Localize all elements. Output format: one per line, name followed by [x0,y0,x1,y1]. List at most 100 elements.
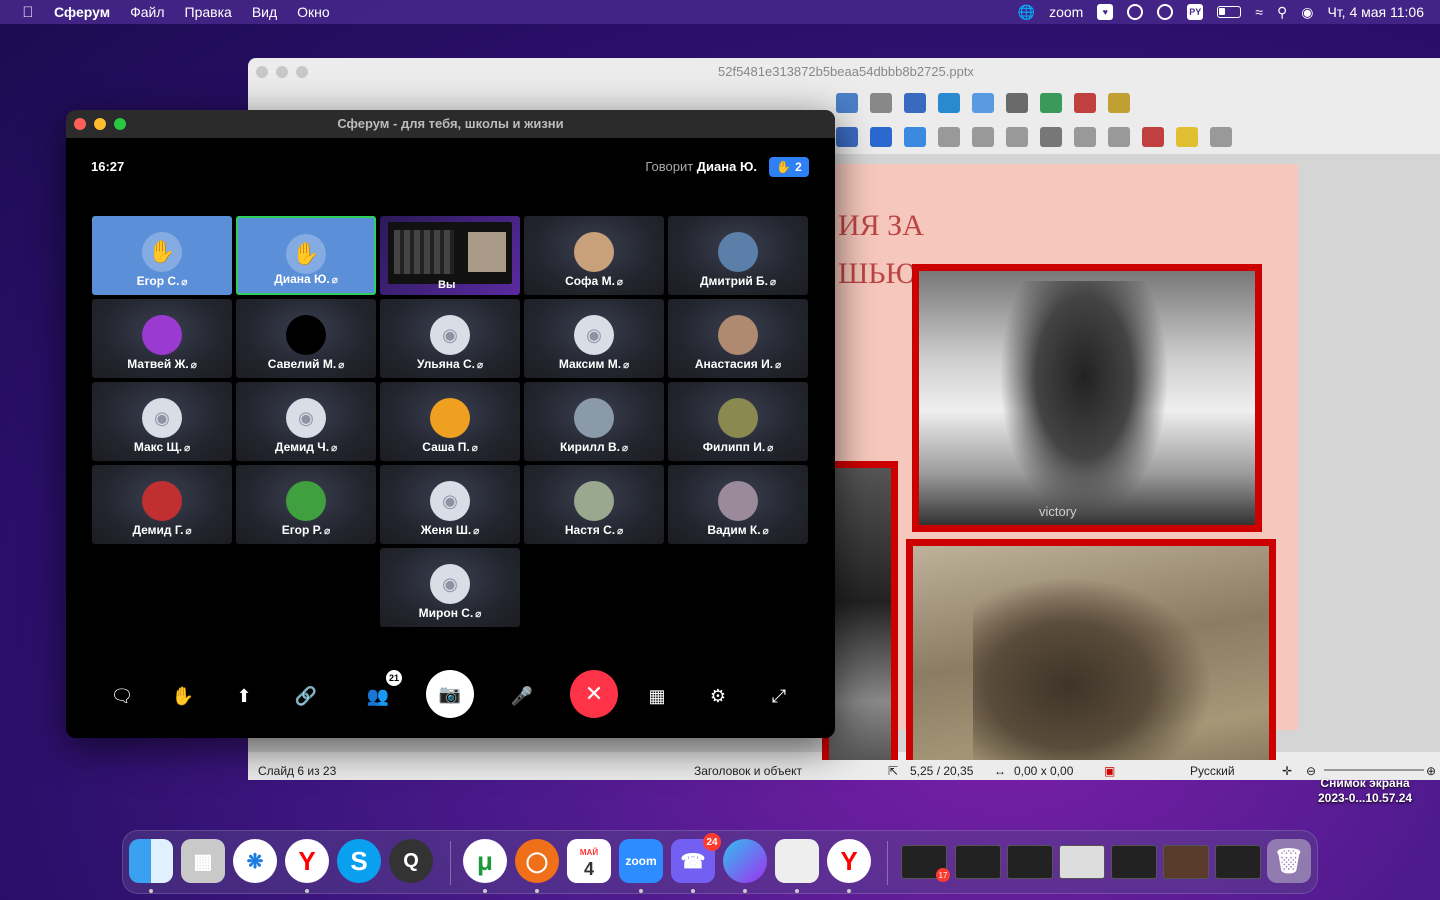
globe-icon[interactable]: 🌐 [1018,4,1035,21]
minimized-window-thumbnail[interactable]: 17 [901,845,950,882]
align-icon[interactable] [938,127,960,147]
hyperlink-icon[interactable] [938,93,960,113]
battery-icon[interactable] [1217,6,1242,18]
impress-close-button[interactable] [256,66,268,78]
duplicate-slide-icon[interactable] [1040,93,1062,113]
search-icon[interactable]: ⚲ [1277,4,1287,21]
participant-tile[interactable]: Егор Р. ⌀ [236,465,376,544]
participant-tile[interactable]: Вадим К. ⌀ [668,465,808,544]
impress-minimize-button[interactable] [276,66,288,78]
menu-app-name[interactable]: Сферум [54,4,110,20]
raise-hand-icon[interactable]: ✋ [169,682,197,710]
slide-photo-top[interactable]: victory [912,264,1262,532]
participant-tile[interactable]: ◉ Демид Ч. ⌀ [236,382,376,461]
finder-icon[interactable] [129,839,173,883]
keyboard-layout-icon[interactable]: PY [1187,4,1204,20]
quicktime-icon[interactable]: Q [389,839,433,883]
participant-tile[interactable]: ◉ Макс Щ. ⌀ [92,382,232,461]
crop-icon[interactable] [1074,127,1096,147]
yandex-icon[interactable]: Y [827,839,871,883]
microphone-icon[interactable]: 🎤 [508,682,536,710]
layout-icon[interactable]: ▦ [643,682,671,710]
text-box-icon[interactable] [836,93,858,113]
minimized-window-thumbnail[interactable] [1059,845,1105,879]
document-icon[interactable] [775,839,819,883]
yandex-browser-icon[interactable]: Y [285,839,329,883]
participant-tile[interactable]: Саша П. ⌀ [380,382,520,461]
skype-icon[interactable]: S [337,839,381,883]
menu-clock[interactable]: Чт, 4 мая 11:06 [1327,4,1424,20]
participant-tile[interactable]: ◉ Ульяна С. ⌀ [380,299,520,378]
3d-object-icon[interactable] [870,127,892,147]
menu-view[interactable]: Вид [252,4,277,20]
fontwork-icon[interactable] [904,93,926,113]
zoom-in-icon[interactable]: ⊕ [1426,764,1436,778]
participant-tile[interactable]: ◉ Женя Ш. ⌀ [380,465,520,544]
odnoklassniki-icon[interactable]: ◯ [515,839,559,883]
zoom-slider[interactable] [1324,769,1424,771]
viber-icon[interactable]: ☎ 24 [671,833,721,883]
apple-icon[interactable]:  [18,4,38,21]
minimized-window-thumbnail[interactable] [1007,845,1053,879]
insert-slide-icon[interactable] [1006,93,1028,113]
distribute-icon[interactable] [1006,127,1028,147]
delete-slide-icon[interactable] [1074,93,1096,113]
end-call-button[interactable]: ✕ [570,670,618,718]
raised-hands-badge[interactable]: ✋ 2 [769,157,809,177]
glue-icon[interactable] [1176,127,1198,147]
camera-off-button[interactable]: 📷 [426,670,474,718]
fullscreen-icon[interactable]: ⤢ [765,682,793,710]
desktop-screenshot-file[interactable]: Снимок экрана 2023-0...10.57.24 [1318,776,1412,806]
play-icon[interactable] [1157,4,1174,20]
participant-tile[interactable]: ✋ Диана Ю. ⌀ [236,216,376,295]
heart-app-icon[interactable]: ♥ [1097,4,1114,20]
arrange-icon[interactable] [972,127,994,147]
participant-tile[interactable]: Вы [380,216,520,295]
participant-tile[interactable]: Настя С. ⌀ [524,465,664,544]
share-screen-icon[interactable]: ⬆ [230,682,258,710]
slide-title[interactable]: ИЯ ЗА ШЬЮ [838,202,924,298]
sferum-app-icon[interactable] [723,839,767,883]
link-icon[interactable]: 🔗 [292,682,320,710]
toggle-extrusion-icon[interactable] [1210,127,1232,147]
points-icon[interactable] [1142,127,1164,147]
zoom-menu-label[interactable]: zoom [1049,4,1083,20]
zoom-app-icon[interactable]: zoom [619,839,663,883]
participants-icon[interactable]: 👥 [364,682,392,710]
participant-tile[interactable]: Демид Г. ⌀ [92,465,232,544]
impress-zoom-button[interactable] [296,66,308,78]
participant-tile[interactable]: Анастасия И. ⌀ [668,299,808,378]
shadow-icon[interactable] [1040,127,1062,147]
minimized-window-thumbnail[interactable] [955,845,1001,879]
menu-file[interactable]: Файл [130,4,164,20]
slide-layout-icon[interactable] [1108,93,1130,113]
participant-tile[interactable]: Филипп И. ⌀ [668,382,808,461]
shapes-icon[interactable] [972,93,994,113]
control-center-icon[interactable]: ◉ [1301,4,1313,21]
participant-tile[interactable]: ✋ Егор С. ⌀ [92,216,232,295]
rotate-icon[interactable] [904,127,926,147]
filter-icon[interactable] [1108,127,1130,147]
minimized-window-thumbnail[interactable] [1111,845,1157,879]
participant-tile[interactable]: ◉ Мирон С. ⌀ [380,548,520,627]
star-shape-icon[interactable] [836,127,858,147]
settings-gear-icon[interactable]: ⚙ [704,682,732,710]
participant-tile[interactable]: Матвей Ж. ⌀ [92,299,232,378]
menu-edit[interactable]: Правка [185,4,232,20]
trash-icon[interactable]: 🗑 [1267,839,1311,883]
participant-tile[interactable]: Софа М. ⌀ [524,216,664,295]
calendar-icon[interactable]: МАЙ 4 [567,839,611,883]
launchpad-icon[interactable]: ▦ [181,839,225,883]
zoom-out-icon[interactable]: ⊖ [1306,764,1316,778]
participant-tile[interactable]: ◉ Максим М. ⌀ [524,299,664,378]
fit-slide-icon[interactable]: ✛ [1282,764,1292,778]
participant-tile[interactable]: Дмитрий Б. ⌀ [668,216,808,295]
status-icon[interactable] [1127,4,1144,20]
save-status-icon[interactable]: ▣ [1104,764,1115,778]
slide-photo-bottom[interactable] [906,539,1276,780]
safari-icon[interactable]: ❋ [233,839,277,883]
minimized-window-thumbnail[interactable] [1163,845,1209,879]
status-language[interactable]: Русский [1190,764,1235,778]
participant-tile[interactable]: Савелий М. ⌀ [236,299,376,378]
menu-window[interactable]: Окно [297,4,330,20]
